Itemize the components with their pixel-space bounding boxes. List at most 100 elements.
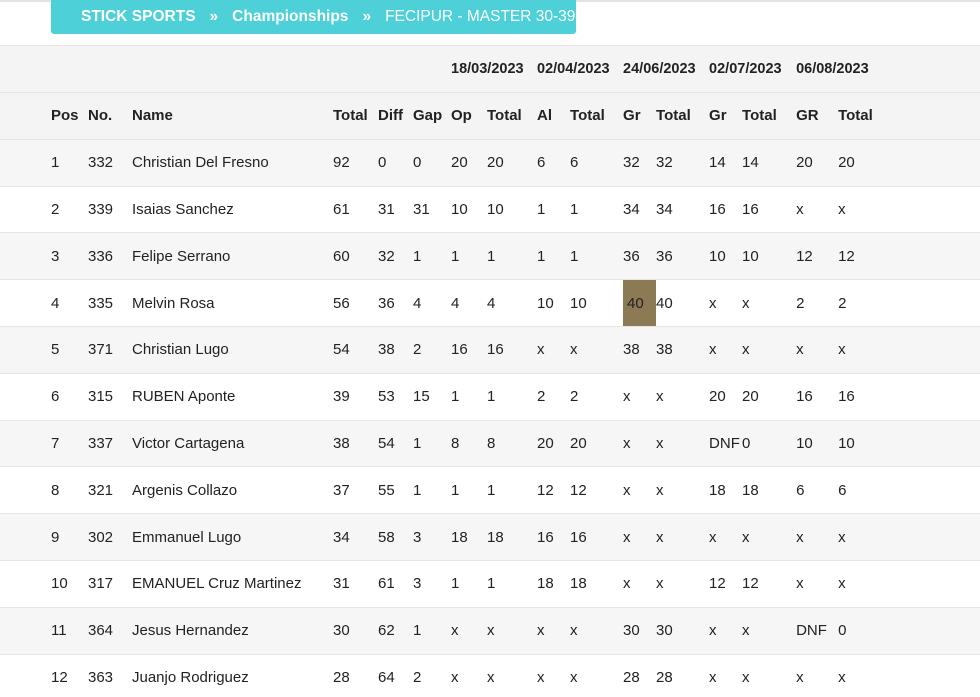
cell-value: 10 xyxy=(451,200,468,218)
table-cell: 60 xyxy=(333,233,378,280)
table-cell: 10 xyxy=(709,233,742,280)
cell-value: 28 xyxy=(333,669,350,687)
breadcrumb-link-stick-sports[interactable]: STICK SPORTS xyxy=(81,8,196,26)
column-header-gr-12[interactable]: Gr xyxy=(709,93,742,140)
rider-name: Victor Cartagena xyxy=(132,434,245,452)
table-cell: 0 xyxy=(413,139,451,186)
cell-value: 1 xyxy=(451,575,460,593)
table-cell: 31 xyxy=(333,560,378,607)
cell-value: x xyxy=(742,294,750,312)
cell-value: 339 xyxy=(88,200,114,218)
cell-value: 34 xyxy=(656,200,673,218)
table-cell: 16 xyxy=(570,514,623,561)
table-cell: 16 xyxy=(537,514,570,561)
cell-value: 2 xyxy=(413,341,422,359)
column-header-total-9[interactable]: Total xyxy=(570,93,623,140)
table-cell: 54 xyxy=(378,420,413,467)
cell-value: 16 xyxy=(451,341,468,359)
column-header-op-6[interactable]: Op xyxy=(451,93,487,140)
column-header-total-11[interactable]: Total xyxy=(656,93,709,140)
cell-value: 3 xyxy=(413,575,422,593)
cell-value: 55 xyxy=(378,481,395,499)
table-cell: 315 xyxy=(88,373,132,420)
cell-value: 16 xyxy=(487,341,504,359)
column-header-pos-0[interactable]: Pos xyxy=(0,93,88,140)
table-cell: 20 xyxy=(451,139,487,186)
column-header-total-15[interactable]: Total xyxy=(838,93,980,140)
table-cell: x xyxy=(796,514,838,561)
table-cell: DNF xyxy=(796,607,838,654)
table-cell: x xyxy=(796,560,838,607)
cell-value: 3 xyxy=(51,247,60,265)
column-header-total-13[interactable]: Total xyxy=(742,93,796,140)
column-header-total-3[interactable]: Total xyxy=(333,93,378,140)
column-header-name-2[interactable]: Name xyxy=(132,93,333,140)
rider-name: Christian Del Fresno xyxy=(132,154,269,172)
date-header-spacer xyxy=(333,46,378,93)
column-header-al-8[interactable]: Al xyxy=(537,93,570,140)
table-cell: 55 xyxy=(378,467,413,514)
table-cell: 92 xyxy=(333,139,378,186)
cell-value: 2 xyxy=(796,294,805,312)
table-cell: x xyxy=(656,467,709,514)
cell-value: 14 xyxy=(742,154,759,172)
column-header-gr-14[interactable]: GR xyxy=(796,93,838,140)
table-row: 12 363 Juanjo Rodriguez 28 64 2 x x x x 28 28 x x x x xyxy=(0,654,980,697)
cell-value: 2 xyxy=(51,200,60,218)
table-cell: x xyxy=(623,420,656,467)
cell-value: 18 xyxy=(709,481,726,499)
cell-value: 1 xyxy=(451,247,460,265)
cell-value: 1 xyxy=(413,481,422,499)
column-header-no-1[interactable]: No. xyxy=(88,93,132,140)
table-cell: 20 xyxy=(838,139,980,186)
cell-value: x xyxy=(838,575,846,593)
column-header-gap-5[interactable]: Gap xyxy=(413,93,451,140)
table-cell: 1 xyxy=(537,233,570,280)
cell-value: x xyxy=(742,341,750,359)
cell-value: 14 xyxy=(709,154,726,172)
table-cell: Victor Cartagena xyxy=(132,420,333,467)
table-cell: 302 xyxy=(88,514,132,561)
breadcrumb-link-championships[interactable]: Championships xyxy=(232,8,348,26)
cell-value: 36 xyxy=(623,247,640,265)
date-header-row: 18/03/2023 02/04/2023 24/06/2023 02/07/2023… xyxy=(0,45,980,93)
table-cell: 1 xyxy=(413,607,451,654)
date-header-4: 02/07/2023 xyxy=(709,61,782,77)
cell-value: 317 xyxy=(88,575,114,593)
cell-value: x xyxy=(623,434,631,452)
cell-value: 2 xyxy=(537,388,546,406)
cell-value: 10 xyxy=(537,294,554,312)
table-cell: 1 xyxy=(413,467,451,514)
table-cell: 4 xyxy=(451,280,487,327)
table-row: 4 335 Melvin Rosa 56 36 4 4 4 10 10 40 40 x x 2 2 xyxy=(0,279,980,327)
cell-value: 58 xyxy=(378,528,395,546)
column-header-diff-4[interactable]: Diff xyxy=(378,93,413,140)
table-cell: 36 xyxy=(378,280,413,327)
column-header-total-7[interactable]: Total xyxy=(487,93,537,140)
cell-value: 56 xyxy=(333,294,350,312)
table-cell: 10 xyxy=(796,420,838,467)
cell-value: 5 xyxy=(51,341,60,359)
cell-value: 371 xyxy=(88,341,114,359)
table-cell: 56 xyxy=(333,280,378,327)
cell-value: 3 xyxy=(413,528,422,546)
cell-value: x xyxy=(487,622,495,640)
cell-value: 54 xyxy=(378,434,395,452)
table-cell: 31 xyxy=(378,186,413,233)
table-cell: 30 xyxy=(623,607,656,654)
cell-value: 61 xyxy=(333,200,350,218)
table-cell: RUBEN Aponte xyxy=(132,373,333,420)
table-cell: 39 xyxy=(333,373,378,420)
table-cell: 20 xyxy=(796,139,838,186)
rider-name: Jesus Hernandez xyxy=(132,622,249,640)
cell-value: x xyxy=(537,669,545,687)
table-cell: 1 xyxy=(570,233,623,280)
column-header-gr-10[interactable]: Gr xyxy=(623,93,656,140)
cell-value: x xyxy=(487,669,495,687)
table-cell: 12 xyxy=(537,467,570,514)
table-cell: x xyxy=(656,514,709,561)
cell-value: 302 xyxy=(88,528,114,546)
highlighted-cell: 40 xyxy=(623,279,657,327)
cell-value: 10 xyxy=(487,200,504,218)
cell-value: 4 xyxy=(413,294,422,312)
